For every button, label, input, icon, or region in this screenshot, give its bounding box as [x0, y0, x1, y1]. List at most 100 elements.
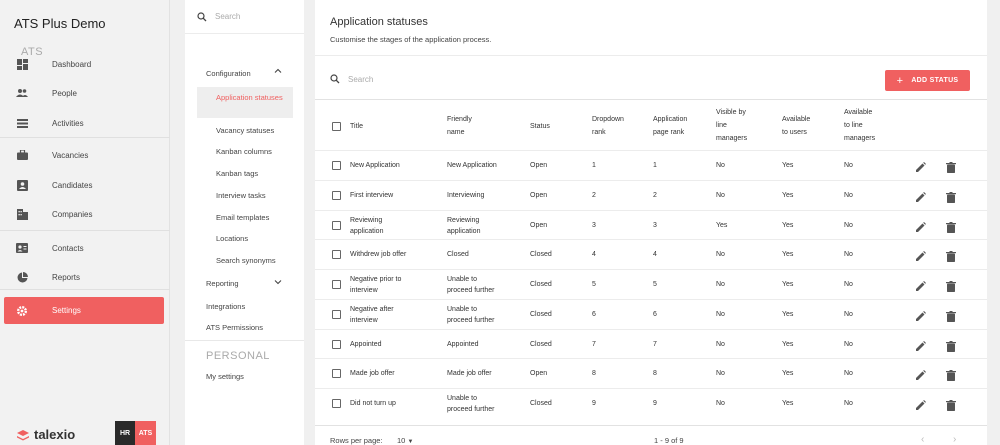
chevron-up-icon[interactable] — [274, 67, 282, 77]
row-checkbox[interactable] — [332, 250, 341, 260]
visible-by-line-managers-cell: No — [716, 162, 725, 169]
select-all-checkbox[interactable] — [332, 122, 341, 131]
title-cell-line: Appointed — [350, 340, 382, 348]
nav-item-activities[interactable]: Activities — [4, 111, 164, 135]
friendly-name-cell-line: Made job offer — [447, 370, 492, 378]
column-header[interactable]: Available to line managers — [844, 106, 875, 145]
settings-item-kanban-tags[interactable]: Kanban tags — [216, 169, 258, 178]
row-checkbox[interactable] — [332, 161, 341, 170]
nav-item-candidates[interactable]: Candidates — [4, 173, 164, 197]
delete-icon[interactable] — [946, 220, 958, 233]
available-to-users-cell: Yes — [782, 281, 794, 288]
edit-icon[interactable] — [915, 339, 927, 351]
row-checkbox[interactable] — [332, 309, 341, 319]
contacts-icon — [16, 242, 28, 254]
dropdown-rank-cell: 1 — [592, 162, 596, 169]
available-to-users-cell: Yes — [782, 251, 794, 259]
title-cell-line: Did not turn up — [350, 400, 396, 407]
table-row[interactable]: Negative prior to interview Unable to proce… — [315, 269, 987, 299]
friendly-name-cell: Interviewing — [447, 190, 484, 201]
settings-item-ats-permissions[interactable]: ATS Permissions — [206, 323, 263, 332]
settings-item-interview-tasks[interactable]: Interview tasks — [216, 191, 266, 200]
title-cell-line: Made job offer — [350, 370, 395, 378]
settings-item-reporting[interactable]: Reporting — [206, 279, 239, 288]
settings-item-application-statuses[interactable]: Application statuses — [197, 87, 293, 118]
edit-icon[interactable] — [915, 220, 927, 232]
settings-item-search-synonyms[interactable]: Search synonyms — [216, 256, 276, 265]
status-cell: Closed — [530, 340, 552, 348]
column-header[interactable]: Visible by line managers — [716, 106, 747, 145]
previous-page-icon[interactable]: ‹ — [921, 434, 924, 445]
delete-icon[interactable] — [946, 309, 958, 322]
table-row[interactable]: Appointed Appointed Closed 7 7 No Yes No — [315, 328, 987, 359]
edit-icon[interactable] — [915, 160, 927, 172]
edit-icon[interactable] — [915, 279, 927, 291]
table-row[interactable]: Negative after interview Unable to proceed … — [315, 298, 987, 329]
table-row[interactable]: First interview Interviewing Open 2 2 No Yes No — [315, 179, 987, 210]
row-checkbox[interactable] — [332, 399, 341, 408]
column-header[interactable]: Title — [350, 120, 363, 133]
delete-icon[interactable] — [946, 398, 958, 411]
title-cell-line: interview — [350, 316, 378, 324]
edit-icon[interactable] — [915, 190, 927, 202]
settings-item-configuration[interactable]: Configuration — [206, 69, 251, 78]
settings-item-my-settings[interactable]: My settings — [206, 372, 244, 381]
nav-item-reports[interactable]: Reports — [4, 265, 164, 289]
page-title: Application statuses — [330, 16, 428, 28]
settings-item-kanban-columns[interactable]: Kanban columns — [216, 147, 272, 156]
chevron-down-icon[interactable] — [274, 278, 282, 288]
add-status-button[interactable]: + ADD STATUS — [885, 70, 970, 91]
row-checkbox[interactable] — [332, 369, 341, 379]
settings-item-email-templates[interactable]: Email templates — [216, 213, 269, 222]
gear-icon — [16, 305, 28, 317]
column-header[interactable]: Status — [530, 120, 550, 133]
delete-icon[interactable] — [946, 368, 958, 382]
column-header-line: Dropdown — [592, 116, 624, 123]
column-header[interactable]: Friendly name — [447, 113, 472, 139]
page-rank-cell: 4 — [653, 251, 657, 259]
settings-item-integrations[interactable]: Integrations — [206, 302, 245, 311]
dropdown-rank-cell: 2 — [592, 191, 596, 199]
table-search-placeholder: Search — [348, 74, 374, 84]
nav-item-vacancies[interactable]: Vacancies — [4, 143, 164, 167]
table-search[interactable]: Search — [330, 74, 373, 84]
table-row[interactable]: Reviewing application Reviewing application… — [315, 209, 987, 240]
table-row[interactable]: New Application New Application Open 1 1 No Ye… — [315, 150, 987, 180]
row-checkbox[interactable] — [332, 190, 341, 200]
friendly-name-cell: Made job offer — [447, 368, 492, 379]
edit-icon[interactable] — [915, 368, 927, 381]
delete-icon[interactable] — [946, 249, 958, 263]
page-rank-cell: 7 — [653, 340, 657, 348]
edit-icon[interactable] — [915, 398, 927, 410]
delete-icon[interactable] — [946, 190, 958, 203]
settings-item-vacancy-statuses[interactable]: Vacancy statuses — [216, 126, 274, 135]
delete-icon[interactable] — [946, 339, 958, 352]
settings-search[interactable]: Search — [185, 0, 304, 34]
nav-item-companies[interactable]: Companies — [4, 202, 164, 226]
title-cell-line: Withdrew job offer — [350, 251, 407, 259]
table-row[interactable]: Withdrew job offer Closed Closed 4 4 No Yes No — [315, 239, 987, 269]
next-page-icon[interactable]: › — [953, 434, 956, 445]
nav-item-people[interactable]: People — [4, 81, 164, 105]
delete-icon[interactable] — [946, 160, 958, 173]
nav-item-settings[interactable]: Settings — [4, 297, 164, 324]
column-header[interactable]: Available to users — [782, 113, 810, 139]
product-switcher[interactable]: HR ATS — [115, 421, 156, 445]
rows-per-page-select[interactable]: 10 ▼ — [397, 436, 413, 445]
edit-icon[interactable] — [915, 249, 927, 262]
row-checkbox[interactable] — [332, 220, 341, 230]
row-checkbox[interactable] — [332, 280, 341, 289]
edit-icon[interactable] — [915, 309, 927, 321]
ats-badge[interactable]: ATS — [135, 421, 156, 445]
table-row[interactable]: Made job offer Made job offer Open 8 8 No Yes N… — [315, 358, 987, 388]
hr-badge[interactable]: HR — [115, 421, 135, 445]
settings-item-locations[interactable]: Locations — [216, 234, 248, 243]
delete-icon[interactable] — [946, 279, 958, 292]
column-header[interactable]: Dropdown rank — [592, 113, 624, 139]
available-to-line-managers-cell: No — [844, 281, 853, 288]
row-checkbox[interactable] — [332, 339, 341, 349]
table-row[interactable]: Did not turn up Unable to proceed further C… — [315, 388, 987, 418]
column-header[interactable]: Application page rank — [653, 113, 687, 139]
dropdown-rank-cell: 6 — [592, 310, 596, 318]
nav-item-contacts[interactable]: Contacts — [4, 236, 164, 260]
